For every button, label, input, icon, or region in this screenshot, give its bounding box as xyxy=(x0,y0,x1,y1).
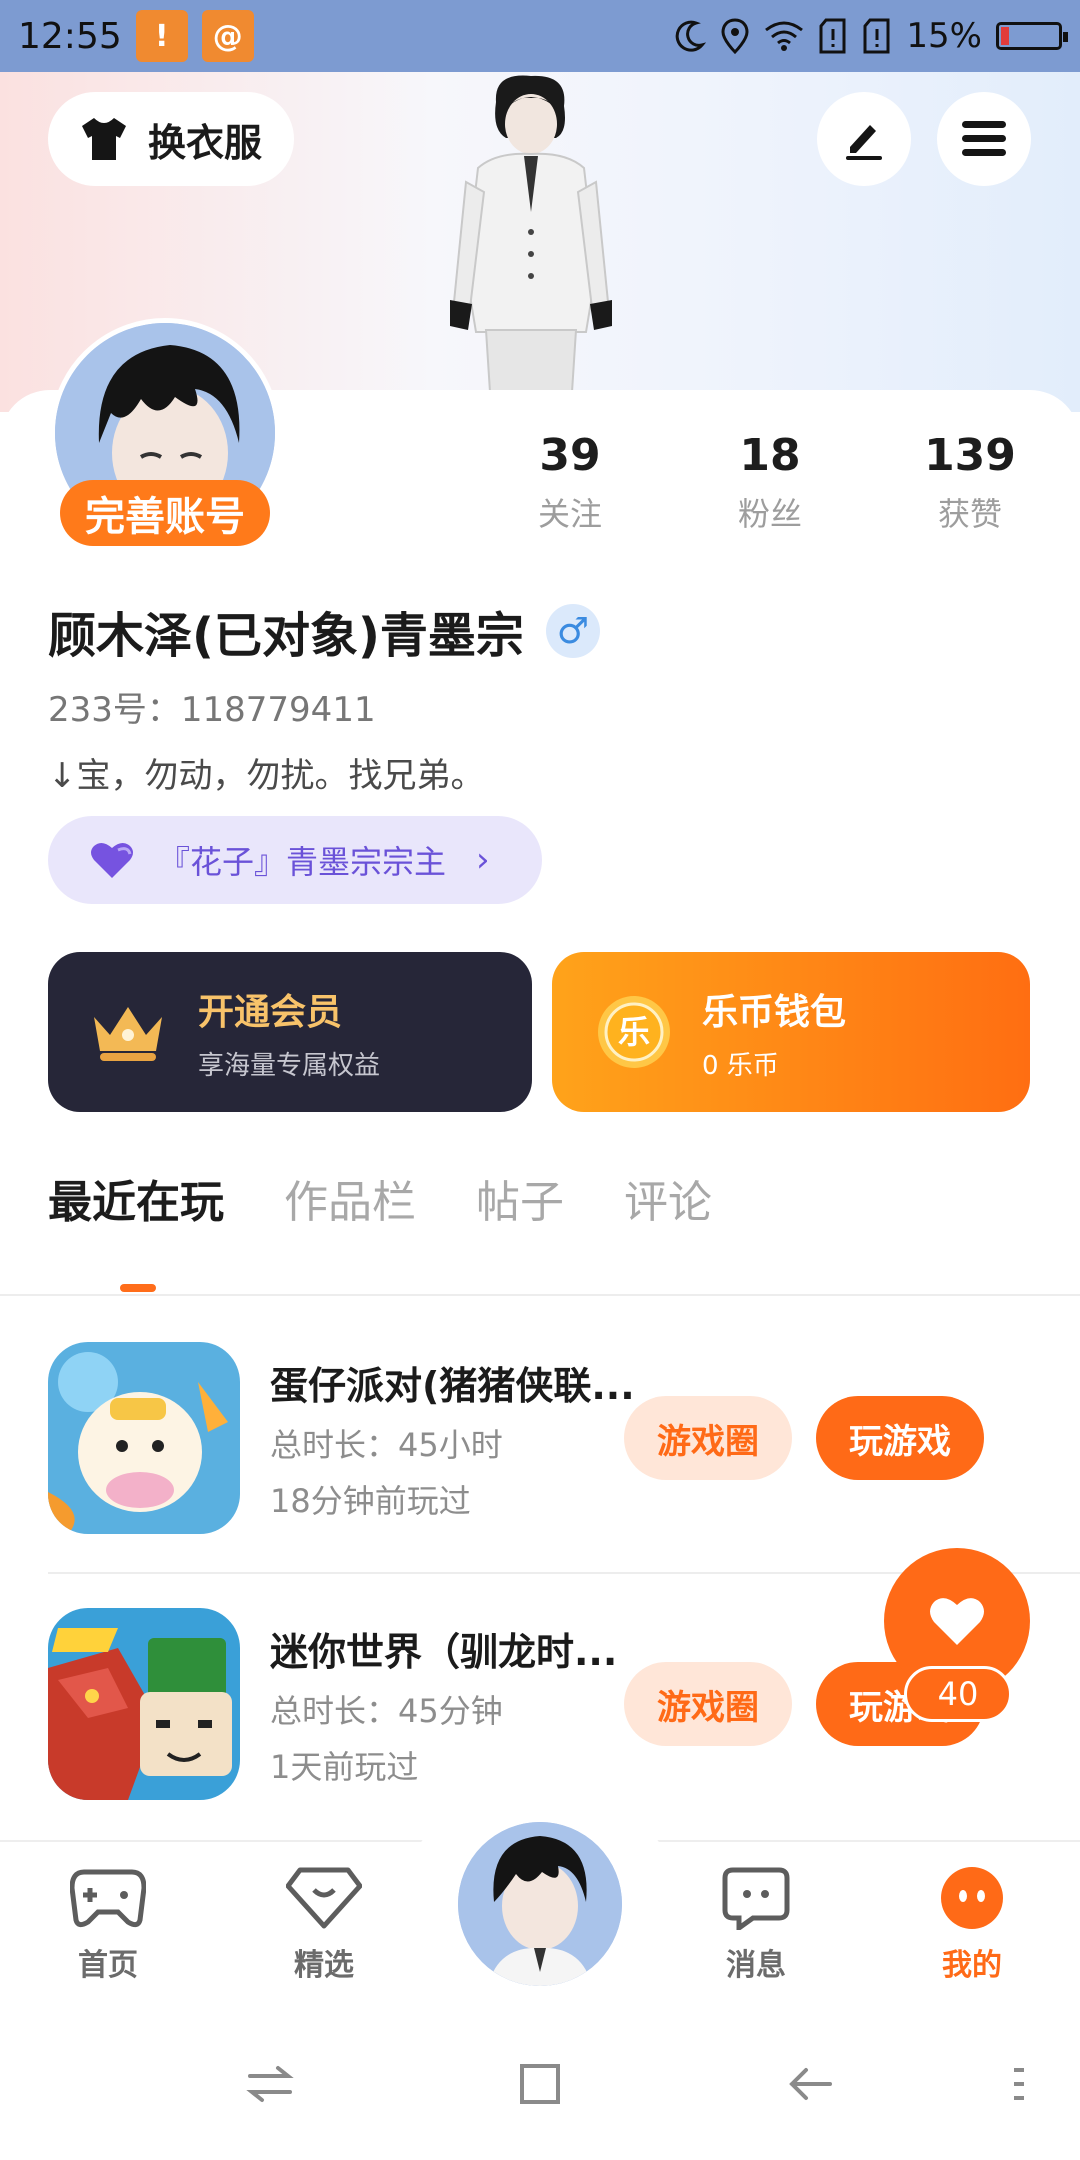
menu-button[interactable] xyxy=(937,92,1031,186)
sim-no-signal-icon-2 xyxy=(863,18,890,54)
following-label: 关注 xyxy=(537,495,602,533)
game-name: 蛋仔派对(猪猪侠联... xyxy=(270,1363,635,1408)
game-circle-button[interactable]: 游戏圈 xyxy=(624,1396,792,1480)
diamond-heart-icon xyxy=(285,1867,363,1929)
likes-count: 139 xyxy=(924,430,1016,481)
nav-label-featured: 精选 xyxy=(294,1948,354,1983)
profile-face-icon xyxy=(941,1867,1003,1929)
heart-badge-icon xyxy=(91,842,133,878)
title-chip-label: 『花子』青墨宗宗主 xyxy=(158,843,447,881)
battery-level-fill xyxy=(1001,27,1009,45)
nav-label-home: 首页 xyxy=(78,1948,138,1983)
chat-bubble-icon xyxy=(722,1867,790,1933)
home-square-icon[interactable] xyxy=(516,2060,564,2108)
nav-item-me[interactable]: 我的 xyxy=(912,1866,1032,1984)
likes-label: 获赞 xyxy=(937,495,1002,533)
vip-subtitle: 享海量专属权益 xyxy=(198,1050,381,1081)
game-last-played: 1天前玩过 xyxy=(270,1747,419,1786)
pencil-icon xyxy=(846,125,882,160)
status-bar: 12:55 ! @ 15% xyxy=(0,0,1080,72)
profile-tabs: 最近在玩 作品栏 帖子 评论 xyxy=(48,1166,712,1230)
location-icon xyxy=(721,18,749,54)
change-outfit-label: 换衣服 xyxy=(148,120,263,165)
sim-no-signal-icon xyxy=(819,18,846,54)
edit-profile-button[interactable] xyxy=(817,92,911,186)
tab-works[interactable]: 作品栏 xyxy=(284,1166,416,1230)
wallet-title: 乐币钱包 xyxy=(702,991,847,1033)
battery-alert-icon: ! xyxy=(135,10,188,62)
game-duration: 总时长：45分钟 xyxy=(270,1691,503,1730)
chevron-right-icon: › xyxy=(476,840,490,880)
status-time: 12:55 xyxy=(18,15,122,57)
nav-label-me: 我的 xyxy=(942,1948,1002,1983)
battery-percent: 15% xyxy=(906,16,982,56)
like-count-badge: 40 xyxy=(904,1666,1012,1722)
back-arrow-icon[interactable] xyxy=(786,2060,834,2108)
game-name: 迷你世界（驯龙时... xyxy=(270,1629,618,1674)
tab-active-indicator xyxy=(120,1284,156,1292)
game-circle-button[interactable]: 游戏圈 xyxy=(624,1662,792,1746)
change-outfit-button[interactable]: 换衣服 xyxy=(48,92,294,186)
wallet-card[interactable]: 乐 乐币钱包 0 乐币 xyxy=(552,952,1030,1112)
tabs-divider xyxy=(0,1294,1080,1296)
following-count: 39 xyxy=(539,430,601,481)
nickname: 顾木泽(已对象)青墨宗 xyxy=(48,608,524,664)
hamburger-menu-icon xyxy=(962,121,1006,156)
male-gender-icon: ♂ xyxy=(545,604,600,658)
do-not-disturb-icon xyxy=(676,20,707,52)
user-id: 233号：118779411 xyxy=(48,690,376,730)
wallet-balance: 0 乐币 xyxy=(702,1050,779,1081)
nav-item-home[interactable]: 首页 xyxy=(48,1866,168,1984)
coin-glyph: 乐 xyxy=(618,1013,650,1051)
nav-center-avatar[interactable] xyxy=(452,1816,628,1992)
game-last-played: 18分钟前玩过 xyxy=(270,1481,471,1520)
vip-title: 开通会员 xyxy=(198,991,343,1033)
followers-label: 粉丝 xyxy=(737,495,802,533)
user-bio: ↓宝，勿动，勿扰。找兄弟。 xyxy=(48,756,485,796)
nickname-row: 顾木泽(已对象)青墨宗 ♂ xyxy=(48,596,600,666)
tab-recently-played[interactable]: 最近在玩 xyxy=(48,1166,224,1230)
tab-comments[interactable]: 评论 xyxy=(624,1166,712,1230)
game-duration: 总时长：45小时 xyxy=(270,1425,503,1464)
followers-stat[interactable]: 18 粉丝 xyxy=(670,430,870,535)
recent-apps-icon[interactable] xyxy=(246,2060,294,2108)
coin-icon: 乐 xyxy=(598,996,670,1068)
profile-stats: 39 关注 18 粉丝 139 获赞 xyxy=(470,430,1070,535)
vip-membership-card[interactable]: 开通会员 享海量专属权益 xyxy=(48,952,532,1112)
wifi-icon xyxy=(765,21,804,51)
complete-account-button[interactable]: 完善账号 xyxy=(60,480,270,546)
crown-icon xyxy=(94,1007,162,1061)
more-options-icon[interactable] xyxy=(1010,2060,1030,2108)
avatar-3d-figure[interactable] xyxy=(436,72,626,392)
nav-item-messages[interactable]: 消息 xyxy=(696,1866,816,1984)
nav-label-messages: 消息 xyxy=(726,1948,786,1983)
game-icon-mini-world xyxy=(48,1608,240,1800)
center-avatar-portrait xyxy=(458,1822,622,1986)
shirt-icon xyxy=(82,118,126,160)
title-chip[interactable]: 『花子』青墨宗宗主 › xyxy=(48,816,542,904)
nav-item-featured[interactable]: 精选 xyxy=(264,1866,384,1984)
gamepad-icon xyxy=(69,1869,147,1928)
following-stat[interactable]: 39 关注 xyxy=(470,430,670,535)
play-game-button[interactable]: 玩游戏 xyxy=(816,1396,984,1480)
heart-icon xyxy=(930,1598,984,1645)
followers-count: 18 xyxy=(739,430,801,481)
notification-app-icon: @ xyxy=(201,10,254,62)
tab-posts[interactable]: 帖子 xyxy=(476,1166,564,1230)
battery-icon xyxy=(996,22,1068,50)
game-icon-eggy-party xyxy=(48,1342,240,1534)
likes-stat[interactable]: 139 获赞 xyxy=(870,430,1070,535)
